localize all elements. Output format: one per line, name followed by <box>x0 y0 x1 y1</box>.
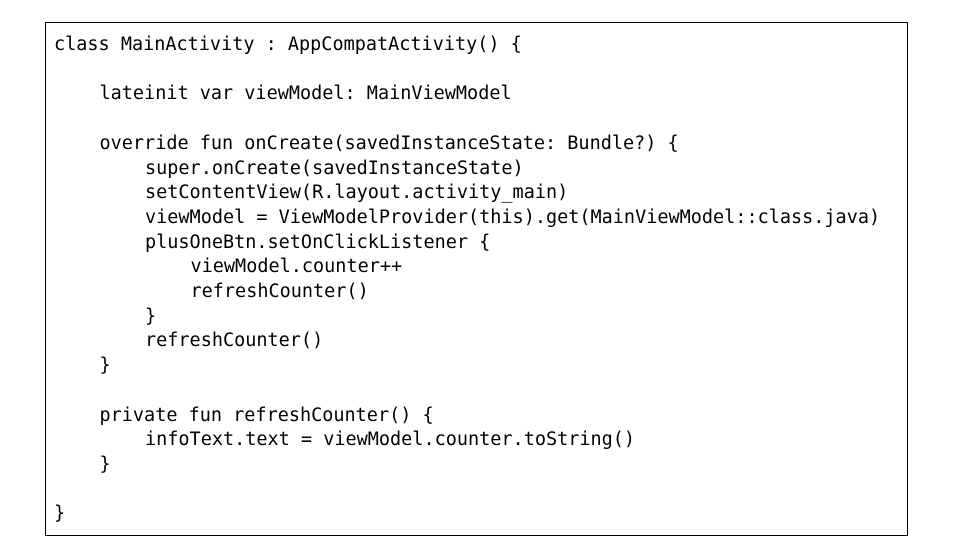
code-line: plusOneBtn.setOnClickListener { <box>145 231 491 253</box>
code-line: class MainActivity : AppCompatActivity()… <box>54 34 522 55</box>
code-line: infoText.text = viewModel.counter.toStri… <box>145 429 636 451</box>
code-line: lateinit var viewModel: MainViewModel <box>99 83 512 105</box>
code-line: override fun onCreate(savedInstanceState… <box>99 132 679 154</box>
code-line: refreshCounter() <box>145 330 324 352</box>
code-line: viewModel = ViewModelProvider(this).get(… <box>145 206 881 228</box>
code-line: } <box>145 305 157 327</box>
code-block: class MainActivity : AppCompatActivity()… <box>45 22 908 536</box>
code-line: setContentView(R.layout.activity_main) <box>145 182 569 204</box>
code-line: } <box>99 453 111 475</box>
code-line: refreshCounter() <box>190 281 369 302</box>
code-line: super.onCreate(savedInstanceState) <box>145 157 524 179</box>
code-line: private fun refreshCounter() { <box>99 404 434 426</box>
code-line: viewModel.counter++ <box>190 256 403 278</box>
code-line: } <box>99 355 111 377</box>
code-line: } <box>54 503 66 525</box>
